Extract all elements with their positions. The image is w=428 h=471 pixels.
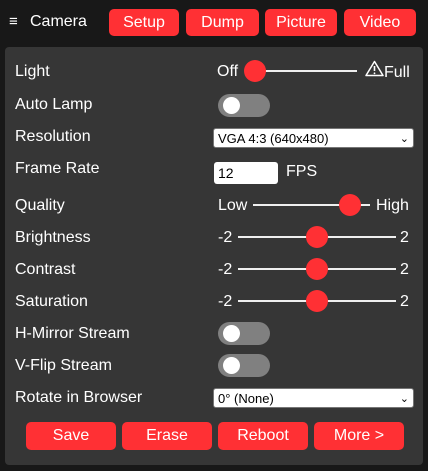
resolution-value: VGA 4:3 (640x480) <box>218 131 329 146</box>
rotate-label: Rotate in Browser <box>15 389 143 406</box>
app-title: Camera <box>30 13 87 30</box>
saturation-min-label: -2 <box>218 293 233 310</box>
erase-button[interactable]: Erase <box>122 422 212 450</box>
light-max-label: Full <box>384 64 410 81</box>
chevron-down-icon: ⌄ <box>399 393 409 405</box>
saturation-slider-knob[interactable] <box>306 290 328 312</box>
reboot-button[interactable]: Reboot <box>218 422 308 450</box>
saturation-max-label: 2 <box>400 293 409 310</box>
top-bar: ≡ Camera Setup Dump Picture Video <box>0 0 428 44</box>
auto-lamp-label: Auto Lamp <box>15 96 93 113</box>
light-min-label: Off <box>217 63 239 80</box>
video-button[interactable]: Video <box>344 9 416 36</box>
h-mirror-toggle[interactable] <box>218 322 270 345</box>
save-button[interactable]: Save <box>26 422 116 450</box>
quality-slider-knob[interactable] <box>339 194 361 216</box>
chevron-down-icon: ⌄ <box>399 133 409 145</box>
frame-rate-label: Frame Rate <box>15 160 100 177</box>
quality-label: Quality <box>15 197 65 214</box>
quality-max-label: High <box>376 197 409 214</box>
toggle-knob <box>223 325 240 342</box>
light-slider-track[interactable] <box>253 70 357 72</box>
resolution-select[interactable]: VGA 4:3 (640x480) ⌄ <box>213 128 414 148</box>
quality-min-label: Low <box>218 197 248 214</box>
saturation-label: Saturation <box>15 293 88 310</box>
contrast-max-label: 2 <box>400 261 409 278</box>
rotate-select[interactable]: 0° (None) ⌄ <box>213 388 414 408</box>
v-flip-label: V-Flip Stream <box>15 357 112 374</box>
h-mirror-label: H-Mirror Stream <box>15 325 130 342</box>
contrast-slider-knob[interactable] <box>306 258 328 280</box>
auto-lamp-toggle[interactable] <box>218 94 270 117</box>
dump-button[interactable]: Dump <box>186 9 259 36</box>
brightness-label: Brightness <box>15 229 91 246</box>
warning-icon <box>365 60 384 82</box>
picture-button[interactable]: Picture <box>265 9 337 36</box>
hamburger-icon[interactable]: ≡ <box>9 14 18 29</box>
contrast-label: Contrast <box>15 261 76 278</box>
more-button[interactable]: More > <box>314 422 404 450</box>
toggle-knob <box>223 357 240 374</box>
fps-unit-label: FPS <box>286 163 318 180</box>
brightness-max-label: 2 <box>400 229 409 246</box>
resolution-label: Resolution <box>15 128 91 145</box>
frame-rate-input[interactable]: 12 <box>214 162 278 184</box>
brightness-min-label: -2 <box>218 229 233 246</box>
light-slider-knob[interactable] <box>244 60 266 82</box>
brightness-slider-knob[interactable] <box>306 226 328 248</box>
rotate-value: 0° (None) <box>218 391 274 406</box>
setup-button[interactable]: Setup <box>109 9 179 36</box>
v-flip-toggle[interactable] <box>218 354 270 377</box>
contrast-min-label: -2 <box>218 261 233 278</box>
toggle-knob <box>223 97 240 114</box>
light-label: Light <box>15 63 50 80</box>
